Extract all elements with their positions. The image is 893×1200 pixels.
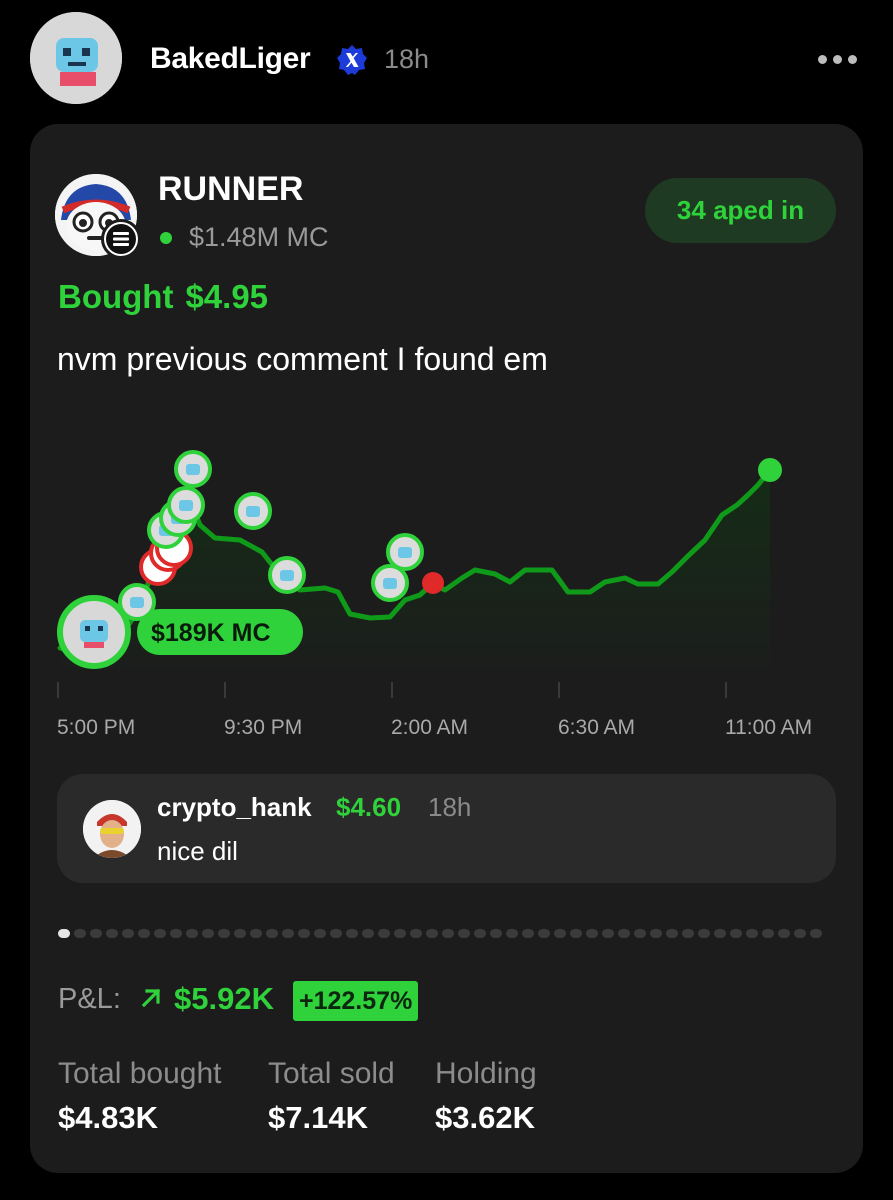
pnl-label: P&L: [58,983,121,1015]
page-dot-active[interactable] [58,929,70,938]
reply-text: nice dil [157,836,238,866]
trade-marker-buy[interactable] [234,492,272,530]
page-dot[interactable] [506,929,518,938]
page-dot[interactable] [522,929,534,938]
page-dot[interactable] [778,929,790,938]
page-dot[interactable] [810,929,822,938]
page-dot[interactable] [234,929,246,938]
arrow-up-right-icon [141,988,161,1008]
page-dot[interactable] [618,929,630,938]
page-dot[interactable] [586,929,598,938]
page-dot[interactable] [490,929,502,938]
page-dot[interactable] [746,929,758,938]
page-dot[interactable] [266,929,278,938]
page-dot[interactable] [202,929,214,938]
trade-marker-buy[interactable] [268,556,306,594]
page-dot[interactable] [762,929,774,938]
entry-label: $189K MC [151,619,271,647]
x-tick-label: 2:00 AM [391,716,468,739]
trade-marker-buy[interactable] [371,564,409,602]
price-chart[interactable]: 5:00 PM 9:30 PM 2:00 AM 6:30 AM 11:00 AM… [0,0,893,760]
page-dot[interactable] [330,929,342,938]
page-dot[interactable] [410,929,422,938]
total-bought-label: Total bought [58,1057,222,1090]
page-dot[interactable] [378,929,390,938]
reply-username[interactable]: crypto_hank [157,792,312,823]
page-dot[interactable] [426,929,438,938]
x-tick-label: 9:30 PM [224,716,302,739]
trade-marker-buy[interactable] [174,450,212,488]
page-dot[interactable] [90,929,102,938]
reply-amount: $4.60 [336,792,402,822]
page-dot[interactable] [570,929,582,938]
page-dot[interactable] [154,929,166,938]
total-bought-value: $4.83K [58,1100,158,1135]
pnl-value: $5.92K [174,981,274,1016]
holding-label: Holding [435,1057,537,1090]
page-dot[interactable] [106,929,118,938]
total-sold-value: $7.14K [268,1100,368,1135]
page-dot[interactable] [698,929,710,938]
x-tick-label: 5:00 PM [57,716,135,739]
page-dot[interactable] [650,929,662,938]
page-dot[interactable] [218,929,230,938]
page-dot[interactable] [602,929,614,938]
trade-marker-buy[interactable] [386,533,424,571]
page-dot[interactable] [538,929,550,938]
page-dot[interactable] [170,929,182,938]
current-price-dot [758,458,782,482]
x-tick-label: 6:30 AM [558,716,635,739]
page-dot[interactable] [474,929,486,938]
page-dot[interactable] [794,929,806,938]
holding-value: $3.62K [435,1100,535,1135]
page-dot[interactable] [138,929,150,938]
reply-avatar[interactable] [83,800,141,858]
x-tick-label: 11:00 AM [725,716,812,739]
trade-marker-buy[interactable] [167,486,205,524]
page-dot[interactable] [314,929,326,938]
page-dot[interactable] [346,929,358,938]
carousel-pagination[interactable] [58,929,822,938]
page-dot[interactable] [74,929,86,938]
page-dot[interactable] [250,929,262,938]
page-dot[interactable] [666,929,678,938]
reply-time: 18h [428,792,472,822]
page-dot[interactable] [442,929,454,938]
page-dot[interactable] [554,929,566,938]
total-sold-label: Total sold [268,1057,395,1090]
page-dot[interactable] [714,929,726,938]
pnl-percent-badge: +122.57% [293,981,419,1021]
page-dot[interactable] [282,929,294,938]
page-dot[interactable] [458,929,470,938]
page-dot[interactable] [682,929,694,938]
page-dot[interactable] [394,929,406,938]
page-dot[interactable] [730,929,742,938]
page-dot[interactable] [362,929,374,938]
page-dot[interactable] [634,929,646,938]
page-dot[interactable] [122,929,134,938]
page-dot[interactable] [186,929,198,938]
sell-dot[interactable] [422,572,444,594]
page-dot[interactable] [298,929,310,938]
